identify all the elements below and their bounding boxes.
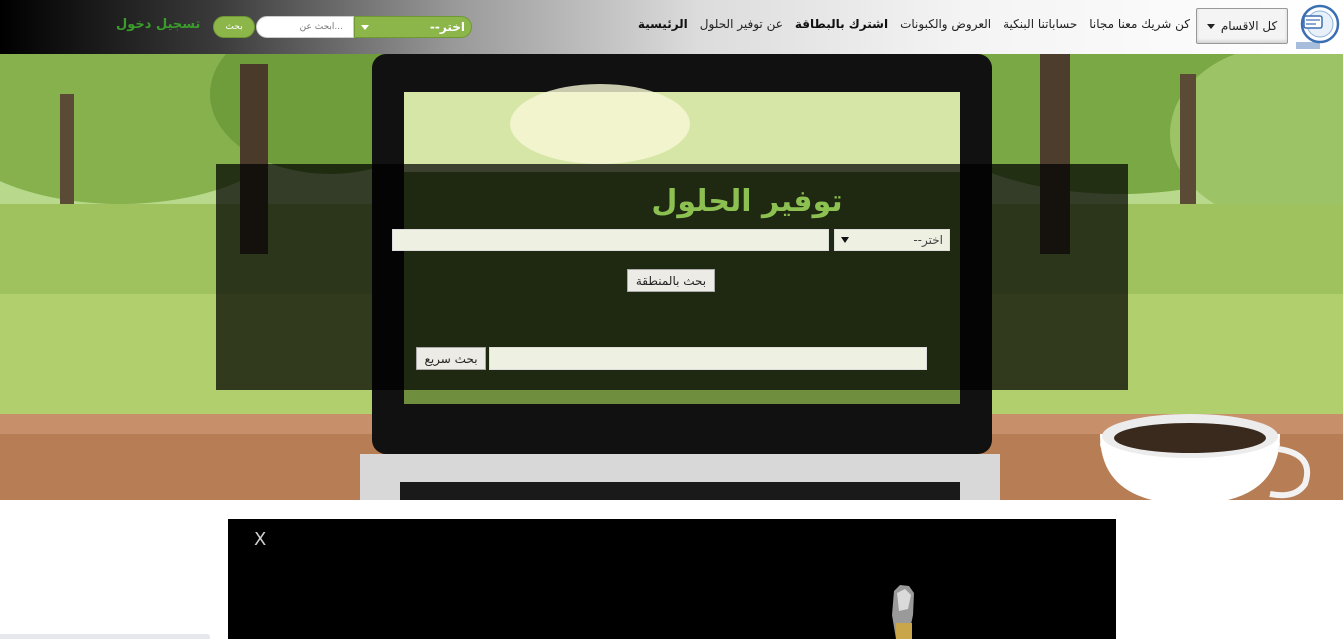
- site-logo[interactable]: [1290, 2, 1342, 52]
- area-select-label: اختر--: [913, 233, 943, 247]
- categories-label: كل الاقسام: [1220, 19, 1278, 33]
- header-category-select[interactable]: اختر--: [354, 16, 472, 38]
- nav-bank-accounts[interactable]: حساباتنا البنكية: [1003, 17, 1077, 31]
- header-search-button[interactable]: بحث: [213, 16, 255, 38]
- area-category-select[interactable]: اختر--: [834, 229, 950, 251]
- chevron-down-icon: [361, 24, 369, 30]
- nav-home[interactable]: الرئيسية: [638, 17, 688, 31]
- bottom-panel-edge: [0, 634, 210, 639]
- chevron-down-icon: [841, 237, 849, 243]
- header-select-label: اختر--: [429, 20, 465, 34]
- nav-about[interactable]: عن توفير الحلول: [700, 17, 783, 31]
- nav-become-partner[interactable]: كن شريك معنا مجانا: [1089, 17, 1190, 31]
- video-frame-image: [892, 585, 914, 639]
- logo-icon: [1296, 4, 1340, 49]
- close-icon[interactable]: X: [254, 531, 266, 549]
- video-popup: X: [228, 519, 1116, 639]
- quick-search-input[interactable]: [489, 347, 927, 370]
- nav-offers-coupons[interactable]: العروض والكبونات: [900, 17, 991, 31]
- caret-down-icon: [1206, 23, 1215, 29]
- area-search-button[interactable]: بحث بالمنطقة: [627, 269, 715, 292]
- login-link[interactable]: تسجيل دخول: [116, 17, 200, 32]
- top-header: كل الاقسام الرئيسية عن توفير الحلول اشتر…: [0, 0, 1343, 54]
- header-search-input[interactable]: [256, 16, 354, 38]
- main-nav: الرئيسية عن توفير الحلول اشترك بالبطاقة …: [638, 17, 1190, 31]
- hero-title: توفير الحلول: [651, 184, 843, 219]
- quick-search-button[interactable]: بحث سريع: [416, 347, 486, 370]
- categories-dropdown[interactable]: كل الاقسام: [1196, 8, 1288, 44]
- nav-subscribe-card[interactable]: اشترك بالبطاقة: [795, 17, 888, 31]
- area-search-input[interactable]: [392, 229, 829, 251]
